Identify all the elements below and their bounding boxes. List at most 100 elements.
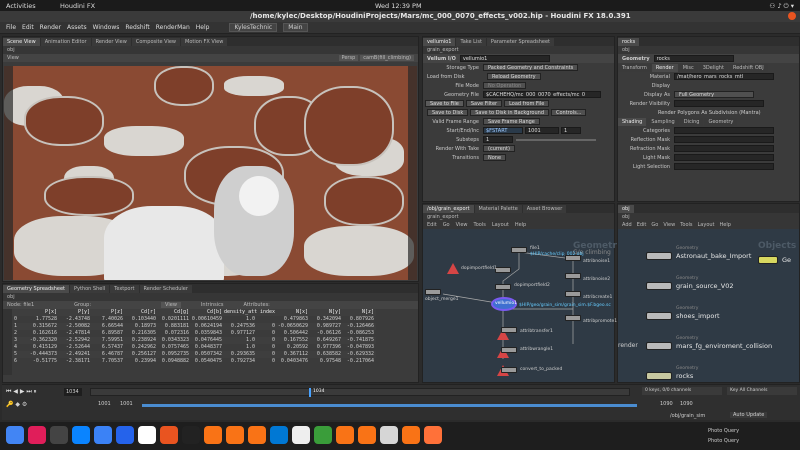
table-row[interactable]: 1 0.315672 -2.50082 6.66544 0.18973 0.883181 0… [12, 323, 376, 330]
tab-animation-editor[interactable]: Animation Editor [40, 38, 91, 46]
thunderbird-icon[interactable] [72, 426, 90, 444]
desktop-selector[interactable]: KylesTechnic [229, 23, 278, 32]
houdini5-icon[interactable] [358, 426, 376, 444]
close-window-icon[interactable] [788, 12, 796, 20]
tab-geometry[interactable]: Geometry [704, 118, 738, 126]
node-attribnoise2[interactable] [565, 273, 581, 279]
desktop-main[interactable]: Main [283, 23, 308, 32]
tab-transform[interactable]: Transform [618, 64, 651, 72]
controls-button[interactable]: Controls... [551, 109, 587, 116]
column-header[interactable]: density_attrib [224, 309, 257, 316]
obj-node-grain-source[interactable]: Geometry grain_source_V02 [646, 276, 734, 291]
light-selection-field[interactable] [674, 163, 774, 170]
network-menu-tools[interactable]: Tools [474, 222, 486, 228]
obj-node-rocks[interactable]: Geometry rocks [646, 366, 698, 381]
menu-render[interactable]: Render [40, 24, 61, 31]
menu-file[interactable]: File [6, 24, 16, 31]
obj-menu-add[interactable]: Add [622, 222, 632, 228]
firefox-icon[interactable] [424, 426, 442, 444]
node-attribcreate1[interactable] [565, 291, 581, 297]
tab-render-scheduler[interactable]: Render Scheduler [139, 285, 192, 293]
photo-icon[interactable] [380, 426, 398, 444]
obj-network-canvas[interactable]: Objects render Geometry Astronaut_bake_Im… [618, 229, 799, 382]
range-end-2[interactable]: 1090 [680, 401, 693, 407]
obj-network-path[interactable]: obj [618, 213, 799, 221]
render-visibility-field[interactable] [674, 100, 764, 107]
table-row[interactable]: 2 0.162616 -2.47814 6.89587 0.216305 0.072316… [12, 330, 376, 337]
view-menu[interactable]: View [161, 302, 181, 308]
storage-type-menu[interactable]: Packed Geometry and Constraints [483, 64, 579, 71]
object-name-field[interactable]: rocks [653, 55, 734, 62]
menu-edit[interactable]: Edit [22, 24, 34, 31]
vscode-icon[interactable] [270, 426, 288, 444]
sop-network-path[interactable]: grain_export [423, 213, 614, 221]
menu-assets[interactable]: Assets [67, 24, 87, 31]
tab-sampling[interactable]: Sampling [647, 118, 679, 126]
reload-geometry-button[interactable]: Reload Geometry [487, 73, 541, 80]
viewport-3d-render[interactable] [4, 66, 417, 280]
refraction-mask-field[interactable] [674, 145, 774, 152]
column-header[interactable]: Cd[r] [125, 309, 158, 316]
slack-icon[interactable] [28, 426, 46, 444]
current-frame-field[interactable]: 1034 [64, 388, 82, 396]
network-menu-view[interactable]: View [456, 222, 468, 228]
viewport-right-toolbar[interactable] [408, 66, 417, 280]
persp-menu[interactable]: Persp [338, 55, 359, 61]
tab-dicing[interactable]: Dicing [679, 118, 704, 126]
menu-help[interactable]: Help [196, 24, 210, 31]
menu-renderman[interactable]: RenderMan [156, 24, 190, 31]
column-header[interactable]: N[x] [277, 309, 310, 316]
obj-node-floating[interactable]: Ge [758, 255, 791, 265]
obj-menu-go[interactable]: Go [651, 222, 658, 228]
categories-field[interactable] [674, 127, 774, 134]
tab-shading[interactable]: Shading [618, 118, 647, 126]
spreadsheet-header-row[interactable]: P[x]P[y]P[z]Cd[r]Cd[g]Cd[b]density_attri… [12, 309, 376, 316]
node-dopimportfield1[interactable] [495, 267, 511, 273]
system-clock[interactable]: Wed 12:39 PM [375, 2, 422, 10]
obj-node-shoes-import[interactable]: Geometry shoes_import [646, 306, 720, 321]
network-menu-help[interactable]: Help [515, 222, 526, 228]
menu-redshift[interactable]: Redshift [125, 24, 149, 31]
software-icon[interactable] [160, 426, 178, 444]
range-start-2[interactable]: 1001 [120, 401, 133, 407]
table-row[interactable]: 6 -0.51775 -2.38171 7.70537 0.23994 0.0948882… [12, 358, 376, 365]
intrinsics-toggle[interactable]: Intrinsics [201, 302, 224, 308]
range-slider[interactable] [142, 404, 637, 407]
menu-windows[interactable]: Windows [93, 24, 120, 31]
tab-obj-network[interactable]: obj [618, 205, 634, 213]
render-polygons-toggle[interactable]: Render Polygons As Subdivision (Mantra) [658, 110, 761, 116]
tab-misc[interactable]: Misc [678, 64, 698, 72]
column-header[interactable]: index [257, 309, 277, 316]
node-name-field[interactable]: vellumio1 [459, 55, 550, 62]
houdini2-icon[interactable] [226, 426, 244, 444]
tab-vellumio1[interactable]: vellumio1 [423, 38, 456, 46]
column-header[interactable]: N[y] [310, 309, 343, 316]
obj-menu-help[interactable]: Help [720, 222, 731, 228]
timeline-slider[interactable]: 1034 [90, 388, 630, 397]
obj-menu-layout[interactable]: Layout [698, 222, 715, 228]
network-menu-edit[interactable]: Edit [427, 222, 437, 228]
node-dopimportfield2[interactable] [495, 284, 511, 290]
column-header[interactable]: P[y] [59, 309, 92, 316]
auto-update-menu[interactable]: Auto Update [730, 412, 768, 418]
obj-menu-edit[interactable]: Edit [637, 222, 647, 228]
tab-save-filter[interactable]: Save Filter [465, 100, 503, 107]
keys-status[interactable]: 0 keys, 0/0 channels [642, 387, 722, 395]
table-row[interactable]: 0 1.77528 -2.43748 7.40026 0.103440 0.0201111… [12, 316, 376, 323]
substeps-slider[interactable] [516, 138, 596, 141]
terminal-icon[interactable] [50, 426, 68, 444]
houdini-icon[interactable] [204, 426, 222, 444]
tab-asset-browser[interactable]: Asset Browser [522, 205, 567, 213]
save-to-disk-background-button[interactable]: Save to Disk in Background [470, 109, 549, 116]
object-params-path[interactable]: obj [618, 46, 799, 54]
valid-frame-menu[interactable]: Save Frame Range [483, 118, 540, 125]
tab-composite-view[interactable]: Composite View [131, 38, 180, 46]
obj-node-mars-fg-collision[interactable]: Geometry mars_fg_enviroment_collision [646, 336, 772, 351]
calc-icon[interactable] [314, 426, 332, 444]
load-from-disk-toggle[interactable]: Load from Disk [423, 74, 483, 80]
tab-redshift-obj[interactable]: Redshift OBJ [728, 64, 768, 72]
tab-take-list[interactable]: Take List [456, 38, 486, 46]
tab-rocks[interactable]: rocks [618, 38, 640, 46]
light-mask-field[interactable] [674, 154, 774, 161]
tab-3delight[interactable]: 3Delight [698, 64, 728, 72]
